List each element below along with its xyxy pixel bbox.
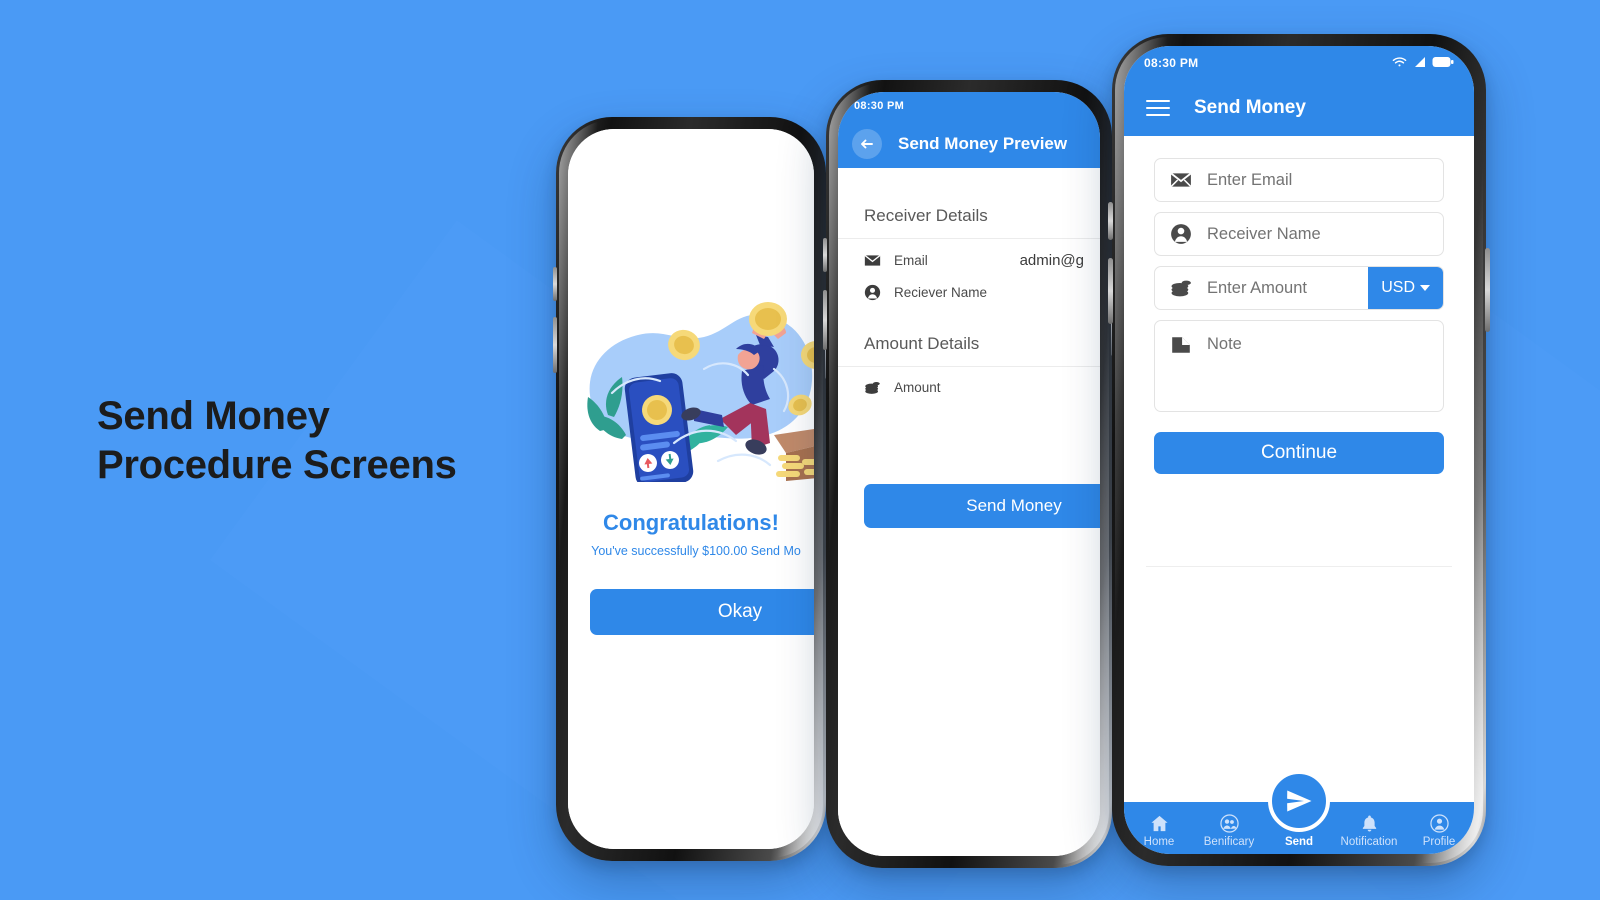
nav-item-home-label: Home xyxy=(1143,836,1175,848)
success-screen: Congratulations! You've successfully $10… xyxy=(568,129,814,849)
phone-volume-button[interactable] xyxy=(1108,258,1113,324)
success-body: Congratulations! You've successfully $10… xyxy=(568,129,814,849)
chevron-down-icon xyxy=(1420,285,1430,291)
receiver-name-field[interactable]: Receiver Name xyxy=(1154,212,1444,256)
status-icons xyxy=(1392,56,1454,71)
row-email-label: Email xyxy=(894,253,928,268)
headline-line-1: Send Money xyxy=(97,394,330,438)
preview-title: Send Money Preview xyxy=(898,134,1068,153)
continue-button[interactable]: Continue xyxy=(1154,432,1444,474)
note-document-icon xyxy=(1155,321,1207,368)
status-time: 08:30 PM xyxy=(854,100,905,112)
form-title: Send Money xyxy=(1194,97,1306,118)
send-fab-button[interactable] xyxy=(1268,770,1330,832)
phone-volume-button[interactable] xyxy=(823,290,827,350)
phone-form-screen: 08:30 PM Send Money Enter Email Receiver… xyxy=(1108,34,1490,866)
phone-side-button[interactable] xyxy=(1108,202,1113,240)
money-transfer-illustration xyxy=(587,302,814,482)
battery-icon xyxy=(1432,56,1454,71)
row-email: Email admin@g xyxy=(864,252,1084,269)
content-divider xyxy=(1146,566,1452,567)
email-field-placeholder: Enter Email xyxy=(1207,170,1293,189)
bottom-navigation: Home Benificary Send Notification Profil… xyxy=(1124,770,1474,854)
nav-item-send-label: Send xyxy=(1284,836,1314,848)
status-time: 08:30 PM xyxy=(1144,56,1199,70)
form-body: Enter Email Receiver Name Enter Amount U xyxy=(1124,136,1474,802)
currency-selector-value: USD xyxy=(1381,279,1415,296)
phone-preview-screen: 08:30 PM Send Money Preview Receiver Det… xyxy=(823,80,1115,868)
form-screen: 08:30 PM Send Money Enter Email Receiver… xyxy=(1124,46,1474,854)
preview-body: Receiver Details Email admin@g Reciever … xyxy=(838,168,1100,856)
row-receiver-name: Reciever Name xyxy=(864,284,1084,301)
amount-field[interactable]: Enter Amount USD xyxy=(1154,266,1444,310)
nav-item-notification-label: Notification xyxy=(1340,836,1398,848)
phone-power-button[interactable] xyxy=(1485,248,1490,332)
page-headline: Send Money Procedure Screens xyxy=(97,392,567,490)
wifi-icon xyxy=(1392,56,1407,71)
currency-selector[interactable]: USD xyxy=(1368,267,1443,309)
section-receiver-details: Receiver Details xyxy=(864,206,988,225)
row-amount: Amount xyxy=(864,379,1084,396)
phone-side-button[interactable] xyxy=(823,238,827,272)
amount-field-placeholder: Enter Amount xyxy=(1207,278,1307,297)
email-field[interactable]: Enter Email xyxy=(1154,158,1444,202)
coins-icon xyxy=(1155,277,1207,299)
phone-success-screen: Congratulations! You've successfully $10… xyxy=(553,117,829,861)
section-divider xyxy=(838,366,1100,367)
form-status-bar: 08:30 PM xyxy=(1124,46,1474,80)
hamburger-menu-icon[interactable] xyxy=(1146,100,1170,116)
nav-item-benificary[interactable]: Benificary xyxy=(1194,814,1264,848)
nav-item-benificary-label: Benificary xyxy=(1203,836,1255,848)
signal-icon xyxy=(1413,56,1426,71)
form-app-bar: Send Money xyxy=(1124,80,1474,136)
user-circle-icon xyxy=(1429,814,1449,833)
nav-item-home[interactable]: Home xyxy=(1124,814,1194,848)
nav-item-notification[interactable]: Notification xyxy=(1334,814,1404,848)
okay-button[interactable]: Okay xyxy=(590,589,814,635)
send-money-button[interactable]: Send Money xyxy=(864,484,1100,528)
arrow-left-icon[interactable] xyxy=(852,129,882,159)
nav-item-profile-label: Profile xyxy=(1422,836,1456,848)
people-icon xyxy=(1219,814,1239,833)
send-money-button-label: Send Money xyxy=(966,496,1062,515)
section-divider xyxy=(838,238,1100,239)
congratulations-message: You've successfully $100.00 Send Mo xyxy=(591,544,801,558)
row-amount-label: Amount xyxy=(894,380,941,395)
envelope-icon xyxy=(864,252,894,269)
okay-button-label: Okay xyxy=(717,601,763,622)
receiver-name-placeholder: Receiver Name xyxy=(1207,224,1321,243)
phone-volume-button[interactable] xyxy=(553,317,557,373)
preview-app-bar: Send Money Preview xyxy=(838,120,1100,168)
phone-side-button[interactable] xyxy=(553,267,557,301)
continue-button-label: Continue xyxy=(1260,442,1338,463)
bell-icon xyxy=(1360,814,1379,833)
home-icon xyxy=(1150,814,1169,833)
headline-line-2: Procedure Screens xyxy=(97,443,457,487)
nav-item-profile[interactable]: Profile xyxy=(1404,814,1474,848)
preview-status-bar: 08:30 PM xyxy=(838,92,1100,120)
coins-icon xyxy=(864,379,894,396)
row-receiver-name-label: Reciever Name xyxy=(894,285,988,300)
preview-screen: 08:30 PM Send Money Preview Receiver Det… xyxy=(838,92,1100,856)
envelope-icon xyxy=(1155,169,1207,191)
note-field[interactable]: Note xyxy=(1154,320,1444,412)
section-amount-details: Amount Details xyxy=(864,334,980,353)
user-circle-icon xyxy=(864,284,894,301)
note-field-placeholder: Note xyxy=(1207,335,1242,353)
user-circle-icon xyxy=(1155,223,1207,245)
congratulations-title: Congratulations! xyxy=(603,510,779,535)
row-email-value: admin@g xyxy=(1019,252,1084,269)
